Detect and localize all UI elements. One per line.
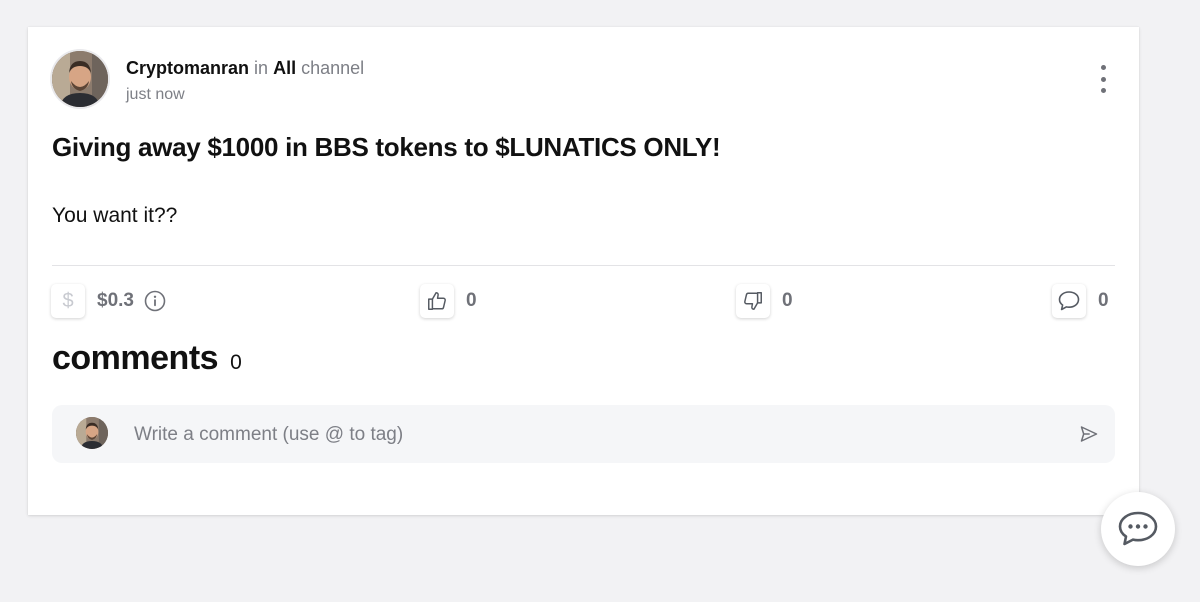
current-user-avatar xyxy=(76,417,108,449)
avatar-image xyxy=(52,51,108,107)
author-avatar[interactable] xyxy=(52,51,108,107)
comment-bubble-icon xyxy=(1058,291,1080,311)
comment-input[interactable] xyxy=(132,405,1036,465)
post-timestamp: just now xyxy=(126,86,185,103)
post-card: Cryptomanran in All channel just now Giv… xyxy=(28,27,1139,515)
comment-composer xyxy=(52,405,1115,465)
comment-button[interactable] xyxy=(1052,284,1086,318)
more-menu-button[interactable] xyxy=(1091,65,1115,93)
in-label: in xyxy=(254,58,269,78)
chat-icon xyxy=(1118,511,1158,546)
channel-name[interactable]: All xyxy=(273,58,296,78)
tip-action: $ $0.3 xyxy=(51,283,166,319)
more-vertical-icon xyxy=(1100,65,1106,70)
comment-count: 0 xyxy=(1098,290,1109,311)
tip-button[interactable]: $ xyxy=(51,284,85,318)
thumbs-up-icon xyxy=(428,292,446,310)
comments-title: comments xyxy=(52,339,219,377)
dislike-count: 0 xyxy=(782,290,793,311)
send-button[interactable] xyxy=(1077,422,1101,446)
post-body: You want it?? xyxy=(52,204,178,227)
thumbs-down-icon xyxy=(744,292,762,310)
dollar-icon: $ xyxy=(62,289,74,312)
send-icon xyxy=(1080,426,1098,442)
dislike-action: 0 xyxy=(736,283,793,319)
like-action: 0 xyxy=(420,283,477,319)
info-icon[interactable] xyxy=(144,290,166,312)
author-name[interactable]: Cryptomanran xyxy=(126,58,249,78)
comments-heading: comments 0 xyxy=(52,339,242,378)
comment-action: 0 xyxy=(1052,283,1109,319)
tip-amount: $0.3 xyxy=(97,290,134,311)
comments-total: 0 xyxy=(230,351,242,374)
like-button[interactable] xyxy=(420,284,454,318)
post-title: Giving away $1000 in BBS tokens to $LUNA… xyxy=(52,132,721,162)
chat-button[interactable] xyxy=(1101,492,1175,566)
like-count: 0 xyxy=(466,290,477,311)
channel-suffix: channel xyxy=(301,58,365,78)
dislike-button[interactable] xyxy=(736,284,770,318)
author-line: Cryptomanran in All channel xyxy=(126,58,364,79)
divider xyxy=(52,265,1115,266)
